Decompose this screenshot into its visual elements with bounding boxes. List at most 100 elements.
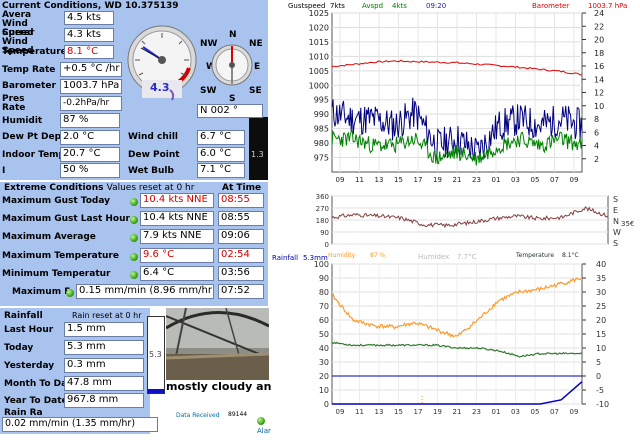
left-tick-label: 0	[325, 241, 329, 249]
temperature-label: Temperature	[2, 47, 67, 57]
extreme-row-label: Minimum Temperatur	[2, 269, 111, 279]
direction-letter: N	[613, 217, 619, 226]
extreme-row-indicator	[130, 198, 138, 206]
rain-row-value: 1.5 mm	[64, 322, 144, 337]
right-tick-label: 8	[594, 115, 599, 124]
left-tick-label: 995	[314, 96, 329, 105]
extreme-row-label: Maximum Gust Today	[2, 196, 111, 206]
temp-rate-value: +0.5 °C /hr	[60, 62, 122, 77]
extreme-row-time: 08:55	[218, 211, 264, 226]
left-tick-label: 90	[320, 229, 329, 237]
x-tick-label: 19	[433, 408, 442, 416]
rain-row-label: Yesterday	[4, 361, 55, 371]
right-tick-label: 25	[596, 302, 606, 311]
legend-humidity-value: 87 %	[370, 252, 386, 259]
legend-humidex-value: 7.7°C	[457, 253, 477, 261]
x-tick-label: 03	[511, 408, 520, 416]
x-tick-label: 17	[414, 176, 423, 184]
wind-direction-compass	[211, 44, 253, 86]
left-tick-label: 70	[319, 302, 329, 311]
direction-letter: S	[613, 195, 618, 204]
left-tick-label: 90	[319, 274, 329, 283]
right-tick-label: 40	[596, 260, 606, 269]
right-tick-label: 30	[596, 288, 606, 297]
right-tick-label: 6	[594, 128, 599, 137]
extreme-row-indicator	[130, 234, 138, 242]
extreme-row-value: 9.6 °C	[140, 248, 214, 263]
temperature-value: 8.1 °C	[64, 45, 114, 59]
left-tick-label: 60	[319, 316, 329, 325]
indoor-temp-label: Indoor Temp	[2, 150, 66, 160]
alarm-label[interactable]: Alar	[257, 427, 271, 435]
x-tick-label: 23	[472, 176, 481, 184]
rain-bar-fill	[148, 389, 164, 393]
right-tick-label: 20	[594, 36, 604, 45]
x-tick-label: 01	[492, 408, 501, 416]
right-tick-label: 18	[594, 49, 604, 58]
x-tick-label: 21	[453, 408, 462, 416]
extreme-row-indicator	[130, 271, 138, 279]
right-tick-label: 16	[594, 62, 604, 71]
right-tick-label: 10	[594, 102, 604, 111]
left-tick-label: 30	[319, 358, 329, 367]
extreme-row-value: 0.15 mm/min (8.96 mm/hr)	[76, 284, 214, 299]
extreme-row-time: 07:52	[218, 284, 264, 299]
left-tick-label: 975	[314, 154, 329, 163]
legend-avspd-value: 4kts	[392, 2, 407, 10]
windchill-value: 6.7 °C	[197, 130, 245, 145]
right-tick-label: 12	[594, 89, 604, 98]
temp-rate-label: Temp Rate	[2, 65, 56, 75]
left-tick-label: 1015	[309, 38, 329, 47]
right-tick-label: -5	[596, 386, 604, 395]
avg-wind-value: 4.5 kts	[64, 11, 114, 25]
x-tick-label: 09	[570, 176, 579, 184]
dewpt-depr-value: 2.0 °C	[60, 130, 120, 145]
humidity-value: 87 %	[60, 113, 120, 128]
rain-row-value: 0.3 mm	[64, 358, 144, 373]
x-tick-label: 09	[570, 408, 579, 416]
at-time-header: At Time	[222, 183, 262, 193]
left-tick-label: 1005	[309, 67, 329, 76]
rain-reset-note: Rain reset at 0 hr	[72, 311, 142, 320]
rain-bar-value: 5.3	[149, 350, 162, 359]
side-value: 1.3	[251, 150, 264, 159]
extreme-row-label: Maximum F	[12, 287, 71, 297]
extreme-row-value: 7.9 kts NNE	[140, 229, 214, 244]
extreme-row-time: 08:55	[218, 193, 264, 208]
side-dark-bar	[249, 117, 268, 180]
dewpt-depr-label: Dew Pt Depr	[2, 132, 66, 142]
direction-value: 35€	[621, 220, 634, 228]
right-tick-label: 22	[594, 22, 604, 31]
right-tick-label: 14	[594, 75, 604, 84]
alarm-indicator[interactable]	[257, 417, 265, 425]
wind-speed-gauge: 4.3	[127, 25, 197, 101]
legend-temp-label: Temperature	[515, 252, 554, 259]
left-tick-label: 990	[314, 110, 329, 119]
left-tick-label: 20	[319, 372, 329, 381]
extreme-row-indicator	[130, 253, 138, 261]
x-tick-label: 05	[531, 408, 540, 416]
rain-row-value: 5.3 mm	[64, 340, 144, 355]
compass-n: N	[229, 30, 237, 40]
humidity-label: Humidit	[2, 116, 43, 126]
extreme-row-label: Maximum Gust Last Hour	[2, 214, 130, 224]
compass-s: S	[229, 94, 236, 104]
legend-baro-value: 1003.7 hPa	[588, 2, 627, 10]
x-tick-label: 07	[550, 176, 559, 184]
x-tick-label: 11	[355, 408, 364, 416]
legend-gust-label: Gustspeed	[288, 2, 325, 10]
status-time: 09:20:00	[177, 394, 232, 407]
extreme-title-text: Extreme Conditions	[4, 183, 104, 193]
extreme-row-time: 09:06	[218, 229, 264, 244]
wind-barometer-chart: 9759809859909951000100510101015102010252…	[288, 2, 627, 184]
x-tick-label: 11	[355, 176, 364, 184]
cur-wind-value: 4.3 kts	[64, 28, 114, 42]
barometer-label: Barometer	[2, 81, 56, 91]
rain-row-value: 47.8 mm	[64, 376, 144, 391]
legend-gust-value: 7kts	[330, 2, 345, 10]
rainfall-title: Rainfall	[4, 311, 43, 321]
legend-avspd-label: Avspd	[362, 2, 383, 10]
extreme-row-value: 6.4 °C	[140, 266, 214, 281]
x-tick-label: 13	[375, 176, 384, 184]
x-tick-label: 17	[414, 408, 423, 416]
